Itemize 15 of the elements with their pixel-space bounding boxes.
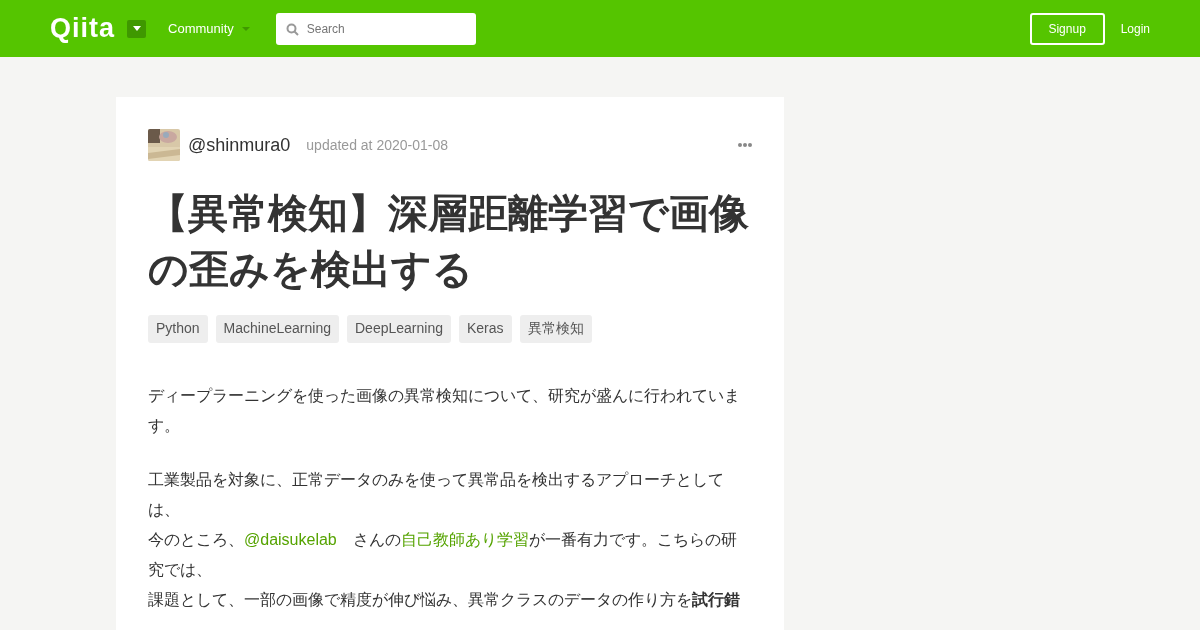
updated-date: updated at 2020-01-08: [306, 137, 448, 153]
tag[interactable]: Python: [148, 315, 208, 343]
caret-icon: [132, 26, 141, 31]
author-link[interactable]: @shinmura0: [188, 134, 291, 156]
tag[interactable]: Keras: [458, 315, 512, 343]
paragraph: ディープラーニングを使った画像の異常検知について、研究が盛んに行われています。: [148, 386, 741, 436]
dropdown-button[interactable]: [127, 19, 146, 38]
tag[interactable]: DeepLearning: [347, 315, 451, 343]
paragraph: 工業製品を対象に、正常データのみを使って異常品を検出するアプローチとしては、 今のところ、@daisukelab さんの自己教師あり学習が一番有力です。こちらの研究では、 課題として、一部の画像で精度が伸び悩み、異常クラスのデータの作り方を試行錯: [148, 470, 741, 610]
tag[interactable]: MachineLearning: [215, 315, 339, 343]
tag[interactable]: 異常検知: [519, 315, 592, 343]
search-field[interactable]: Search: [275, 12, 476, 45]
more-icon[interactable]: [738, 143, 752, 147]
caret-icon: [241, 26, 250, 31]
article-title: 【異常検知】深層距離学習で画像の歪みを検出する: [148, 190, 750, 293]
